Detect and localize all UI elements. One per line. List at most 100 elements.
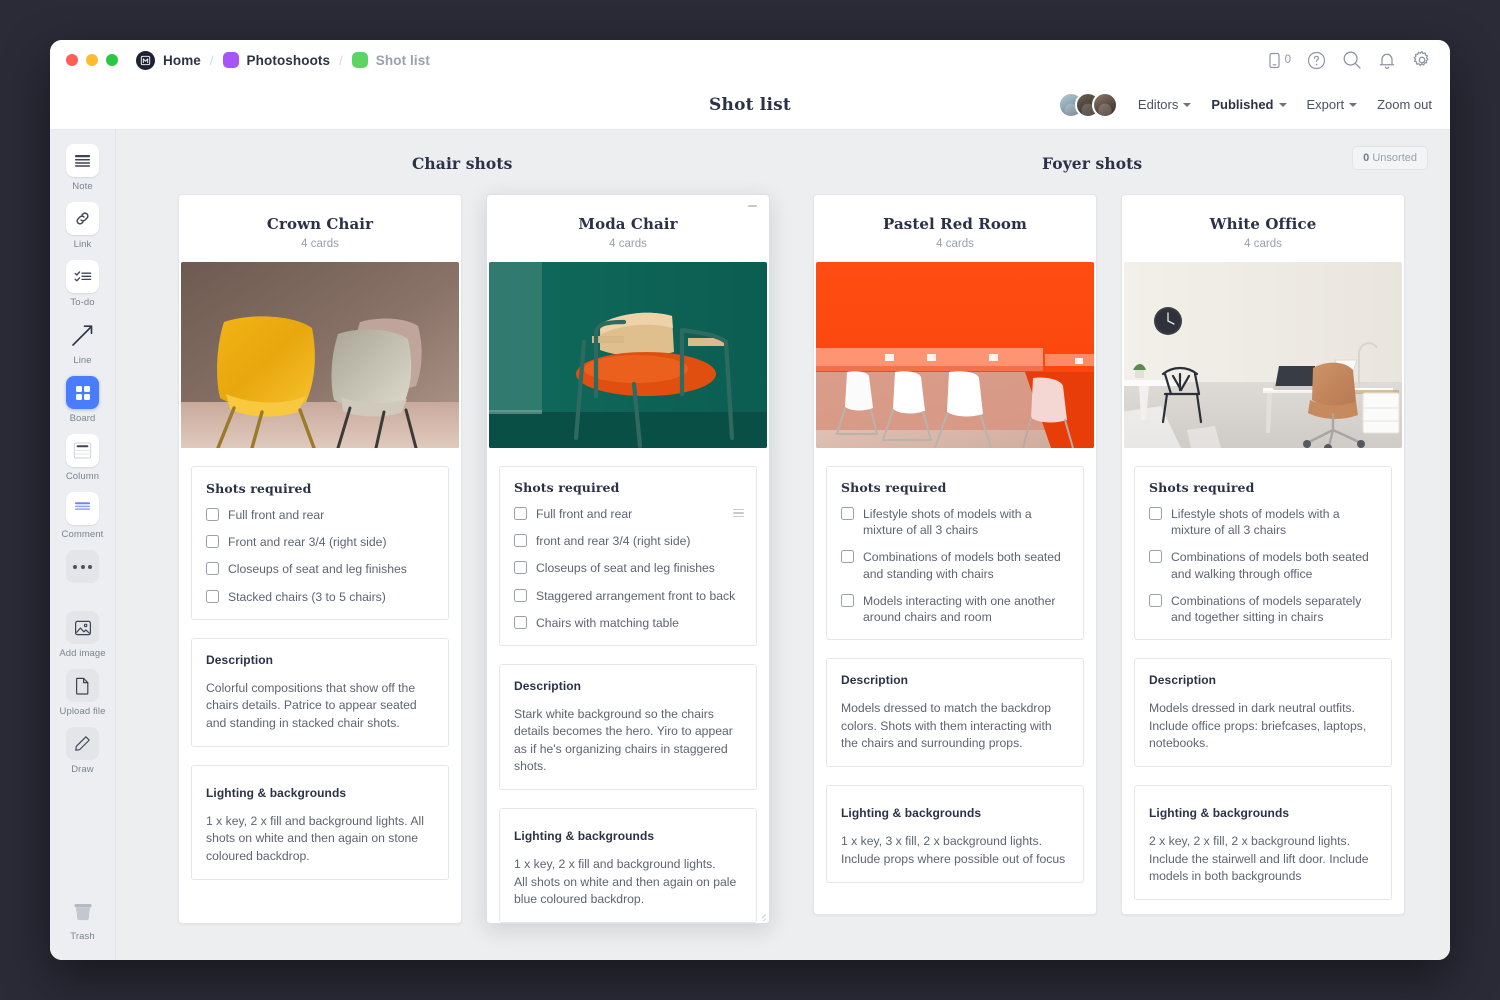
shot-checkbox-row[interactable]: Closeups of seat and leg finishes <box>514 560 742 576</box>
published-label: Published <box>1211 97 1273 112</box>
shot-checkbox-row[interactable]: Chairs with matching table <box>514 615 742 631</box>
shot-checkbox-row[interactable]: Closeups of seat and leg finishes <box>206 561 434 577</box>
sidebar-tool-label: Link <box>74 239 92 250</box>
section-title-foyer-shots: Foyer shots <box>1042 154 1142 173</box>
checkbox[interactable] <box>841 594 854 607</box>
sidebar-tool-label: Comment <box>62 529 104 540</box>
shot-checkbox-row[interactable]: front and rear 3/4 (right side) <box>514 533 742 549</box>
checkbox[interactable] <box>514 589 527 602</box>
board-card-crown-chair[interactable]: Crown Chair 4 cards <box>178 194 462 924</box>
breadcrumb-label-photoshoots: Photoshoots <box>247 53 331 68</box>
checkbox[interactable] <box>841 507 854 520</box>
checkbox[interactable] <box>514 616 527 629</box>
sidebar-tool-comment[interactable]: Comment <box>55 492 111 540</box>
sidebar-tool-label: Column <box>66 471 99 482</box>
drag-handle-icon[interactable] <box>733 509 744 517</box>
breadcrumb-item-photoshoots[interactable]: Photoshoots <box>223 52 331 68</box>
shot-checkbox-row[interactable]: Full front and rear <box>514 506 742 522</box>
help-icon[interactable] <box>1307 51 1326 70</box>
resize-handle-icon[interactable] <box>755 909 767 921</box>
more-icon <box>66 550 99 583</box>
export-dropdown[interactable]: Export <box>1307 97 1358 112</box>
panel-title: Description <box>514 679 742 693</box>
sidebar-tool-note[interactable]: Note <box>55 144 111 192</box>
shot-checkbox-row[interactable]: Models interacting with one another arou… <box>841 593 1069 625</box>
shots-required-panel: Shots required Full front and rear front… <box>499 466 757 646</box>
shot-checkbox-row[interactable]: Stacked chairs (3 to 5 chairs) <box>206 589 434 605</box>
shot-checkbox-row[interactable]: Full front and rear <box>206 507 434 523</box>
panel-title: Shots required <box>514 480 742 495</box>
sidebar-tool-line[interactable]: Line <box>55 318 111 366</box>
sidebar-tool-todo[interactable]: To-do <box>55 260 111 308</box>
close-window-button[interactable] <box>66 54 78 66</box>
zoom-out-button[interactable]: Zoom out <box>1377 97 1432 112</box>
sidebar-tool-board[interactable]: Board <box>55 376 111 424</box>
settings-icon[interactable] <box>1412 50 1432 70</box>
window-controls[interactable] <box>66 54 118 66</box>
board-card-moda-chair[interactable]: Moda Chair 4 cards <box>486 194 770 924</box>
panel-body: 1 x key, 3 x fill, 2 x background lights… <box>841 833 1069 868</box>
checkbox-label: Full front and rear <box>228 507 324 523</box>
minimize-window-button[interactable] <box>86 54 98 66</box>
sidebar-tool-add-image[interactable]: Add image <box>55 611 111 659</box>
checkbox[interactable] <box>514 534 527 547</box>
checkbox[interactable] <box>514 507 527 520</box>
checkbox[interactable] <box>206 508 219 521</box>
board-icon <box>66 376 99 409</box>
sidebar-tool-column[interactable]: Column <box>55 434 111 482</box>
board-card-pastel-red-room[interactable]: Pastel Red Room 4 cards <box>813 194 1097 915</box>
checkbox[interactable] <box>514 561 527 574</box>
editors-dropdown[interactable]: Editors <box>1138 97 1191 112</box>
breadcrumb-item-shot-list[interactable]: Shot list <box>352 52 430 68</box>
panel-title: Description <box>206 653 434 667</box>
app-body: Note Link <box>50 130 1450 960</box>
shot-checkbox-row[interactable]: Combinations of models both seated and w… <box>1149 549 1377 581</box>
search-icon[interactable] <box>1342 50 1362 70</box>
card-title: Pastel Red Room <box>830 215 1080 233</box>
editors-avatars[interactable] <box>1058 92 1118 118</box>
purple-chip-icon <box>223 52 239 68</box>
checkbox[interactable] <box>206 535 219 548</box>
mobile-icon[interactable]: 0 <box>1267 52 1291 69</box>
notifications-icon[interactable] <box>1378 51 1396 70</box>
shot-checkbox-row[interactable]: Combinations of models both seated and s… <box>841 549 1069 581</box>
description-panel: Description Stark white background so th… <box>499 664 757 790</box>
breadcrumb-label-home: Home <box>163 53 201 68</box>
shot-checkbox-row[interactable]: Staggered arrangement front to back <box>514 588 742 604</box>
panel-title: Lighting & backgrounds <box>514 829 742 843</box>
chevron-down-icon <box>1279 103 1287 107</box>
card-subtitle: 4 cards <box>503 238 753 250</box>
comment-icon <box>66 492 99 525</box>
shot-checkbox-row[interactable]: Lifestyle shots of models with a mixture… <box>841 506 1069 538</box>
shot-checkbox-row[interactable]: Front and rear 3/4 (right side) <box>206 534 434 550</box>
board-canvas[interactable]: 0 Unsorted Chair shots Foyer shots Crown… <box>116 130 1450 960</box>
panel-title: Lighting & backgrounds <box>1149 806 1377 820</box>
sidebar-tool-link[interactable]: Link <box>55 202 111 250</box>
sidebar-tool-upload-file[interactable]: Upload file <box>55 669 111 717</box>
checkbox[interactable] <box>1149 594 1162 607</box>
sidebar-tool-draw[interactable]: Draw <box>55 727 111 775</box>
checkbox[interactable] <box>206 590 219 603</box>
minimize-card-icon[interactable] <box>748 205 757 207</box>
sidebar-tool-trash[interactable]: Trash <box>55 894 111 942</box>
published-dropdown[interactable]: Published <box>1211 97 1286 112</box>
shot-checkbox-row[interactable]: Lifestyle shots of models with a mixture… <box>1149 506 1377 538</box>
checkbox[interactable] <box>841 550 854 563</box>
card-title: White Office <box>1138 215 1388 233</box>
sidebar-tool-more[interactable] <box>55 550 111 587</box>
board-card-white-office[interactable]: White Office 4 cards <box>1121 194 1405 915</box>
shot-checkbox-row[interactable]: Combinations of models separately and to… <box>1149 593 1377 625</box>
panel-title: Description <box>1149 673 1377 687</box>
checkbox-label: Closeups of seat and leg finishes <box>536 560 715 576</box>
checkbox[interactable] <box>1149 550 1162 563</box>
chevron-down-icon <box>1183 103 1191 107</box>
maximize-window-button[interactable] <box>106 54 118 66</box>
checkbox-label: Combinations of models both seated and w… <box>1171 549 1377 581</box>
checkbox-label: Lifestyle shots of models with a mixture… <box>1171 506 1377 538</box>
breadcrumb-item-home[interactable]: Home <box>136 51 201 70</box>
add-image-icon <box>66 611 99 644</box>
panel-body: Models dressed in dark neutral outfits. … <box>1149 700 1377 752</box>
checkbox[interactable] <box>1149 507 1162 520</box>
sidebar-tool-label: Draw <box>71 764 94 775</box>
checkbox[interactable] <box>206 562 219 575</box>
